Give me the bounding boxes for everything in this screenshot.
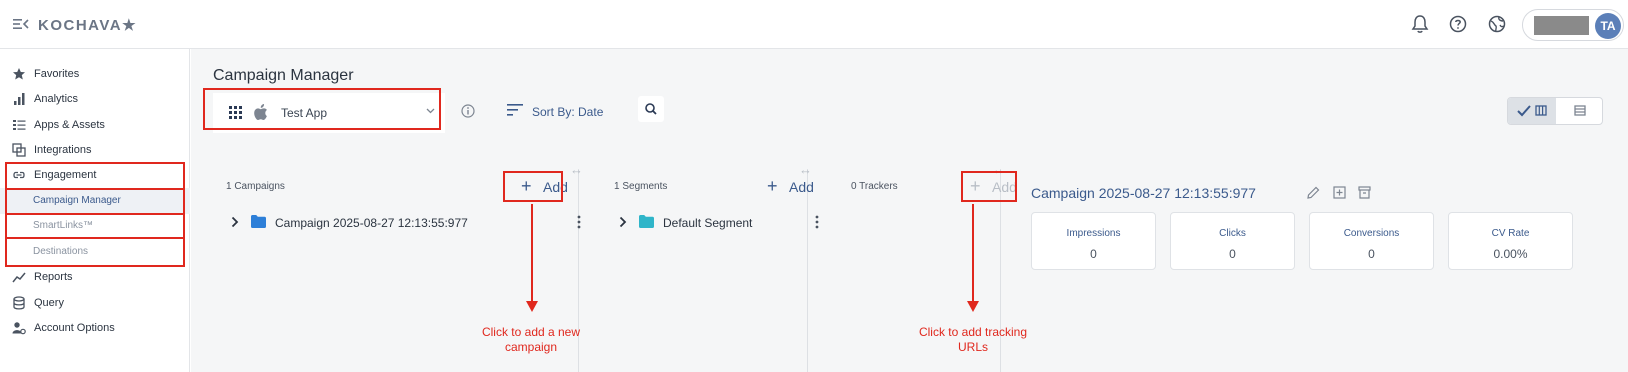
campaign-detail-title: Campaign 2025-08-27 12:13:55:977 [1031,185,1256,201]
folder-icon [639,215,654,228]
annotation-arrowhead [526,301,538,312]
campaign-name: Campaign 2025-08-27 12:13:55:977 [275,216,468,230]
sidebar-item-integrations[interactable]: Integrations [0,137,190,163]
add-segment-button[interactable]: + Add [757,173,817,201]
sidebar-item-label: Apps & Assets [34,119,105,131]
list-icon [13,120,26,130]
sort-control[interactable]: Sort By: Date [507,104,603,119]
trackers-count: 0 Trackers [851,181,898,192]
list-view-icon[interactable] [1556,98,1603,124]
top-bar: KOCHAVA★ TA [0,0,1628,49]
chevron-right-icon[interactable] [619,216,627,228]
campaigns-count: 1 Campaigns [226,181,285,192]
sidebar-item-label: Reports [34,271,73,283]
annotation-note-line: campaign [504,340,558,354]
annotation-highlight-add-tracker [961,171,1017,202]
user-gear-icon [12,322,26,335]
page-title: Campaign Manager [213,67,354,84]
campaign-row[interactable]: Campaign 2025-08-27 12:13:55:977 [231,211,531,235]
annotation-note-line: URLs [957,340,988,354]
menu-collapse-icon[interactable] [13,17,29,31]
annotation-note-campaign: Click to add a new campaign [461,325,601,355]
view-columns-button[interactable] [1508,98,1556,124]
sidebar-item-label: Query [34,297,64,309]
more-options-icon[interactable] [815,215,819,229]
resize-handle-icon[interactable]: ↔ [570,162,583,177]
stat-label: Conversions [1343,228,1400,239]
chevron-right-icon[interactable] [231,216,239,228]
sidebar-item-analytics[interactable]: Analytics [0,86,190,112]
sort-label: Sort By: Date [532,105,604,119]
annotation-note-tracker: Click to add tracking URLs [898,325,1048,355]
edit-pencil-icon[interactable] [1307,186,1320,199]
main-content: Campaign Manager Test App Sort By: Date [191,49,1628,372]
sidebar-item-label: Integrations [34,144,92,156]
stat-value: 0 [1368,247,1375,261]
annotation-arrow [972,204,974,302]
sidebar: Favorites Analytics Apps & Assets Integr… [0,49,190,372]
stat-label: Clicks [1219,228,1246,239]
annotation-note-line: Click to add tracking [918,325,1028,339]
integrations-icon [12,143,26,157]
trend-icon [12,272,26,283]
sidebar-item-favorites[interactable]: Favorites [0,61,190,87]
stat-label: CV Rate [1491,228,1530,239]
annotation-highlight-subitems [5,213,185,267]
sidebar-item-label: Analytics [34,93,79,105]
search-button[interactable] [638,96,664,122]
sidebar-item-label: Favorites [34,68,80,80]
database-icon [13,296,25,310]
annotation-divider [5,188,185,190]
bar-chart-icon [14,93,25,105]
segment-name: Default Segment [663,216,753,230]
user-menu[interactable]: TA [1522,9,1624,41]
sidebar-item-account-options[interactable]: Account Options [0,315,190,341]
avatar: TA [1595,13,1621,39]
stat-card-cv-rate: CV Rate 0.00% [1448,212,1573,270]
segments-count: 1 Segments [614,181,668,192]
annotation-arrowhead [967,301,979,312]
stat-value: 0.00% [1493,247,1528,261]
search-icon [645,103,657,115]
stat-card-conversions: Conversions 0 [1309,212,1434,270]
stat-value: 0 [1229,247,1236,261]
info-icon[interactable] [461,104,475,118]
segment-row[interactable]: Default Segment [619,211,819,235]
star-icon [13,68,25,80]
sidebar-item-reports[interactable]: Reports [0,264,190,290]
annotation-note-line: Click to add a new [481,325,581,339]
annotation-highlight-add-campaign [503,171,563,202]
stat-card-clicks: Clicks 0 [1170,212,1295,270]
annotation-highlight-app-selector [203,88,441,130]
annotation-arrow [531,204,533,302]
view-toggle[interactable] [1507,97,1603,125]
sidebar-item-query[interactable]: Query [0,290,190,316]
user-name-redacted [1534,16,1589,35]
archive-icon[interactable] [1358,186,1371,199]
help-icon[interactable] [1449,15,1467,33]
sort-lines-icon [507,104,523,116]
stat-value: 0 [1090,247,1097,261]
add-segment-label: Add [789,179,814,195]
plus-icon: + [767,176,778,196]
check-columns-icon [1517,105,1547,117]
add-box-icon[interactable] [1333,186,1346,199]
sidebar-item-apps-assets[interactable]: Apps & Assets [0,112,190,138]
sidebar-item-label: Account Options [34,322,115,334]
stat-label: Impressions [1066,228,1121,239]
bell-icon[interactable] [1411,14,1429,34]
kochava-logo: KOCHAVA★ [38,17,138,34]
stat-card-impressions: Impressions 0 [1031,212,1156,270]
folder-icon [251,215,266,228]
globe-icon[interactable] [1488,15,1506,33]
more-options-icon[interactable] [577,215,581,229]
